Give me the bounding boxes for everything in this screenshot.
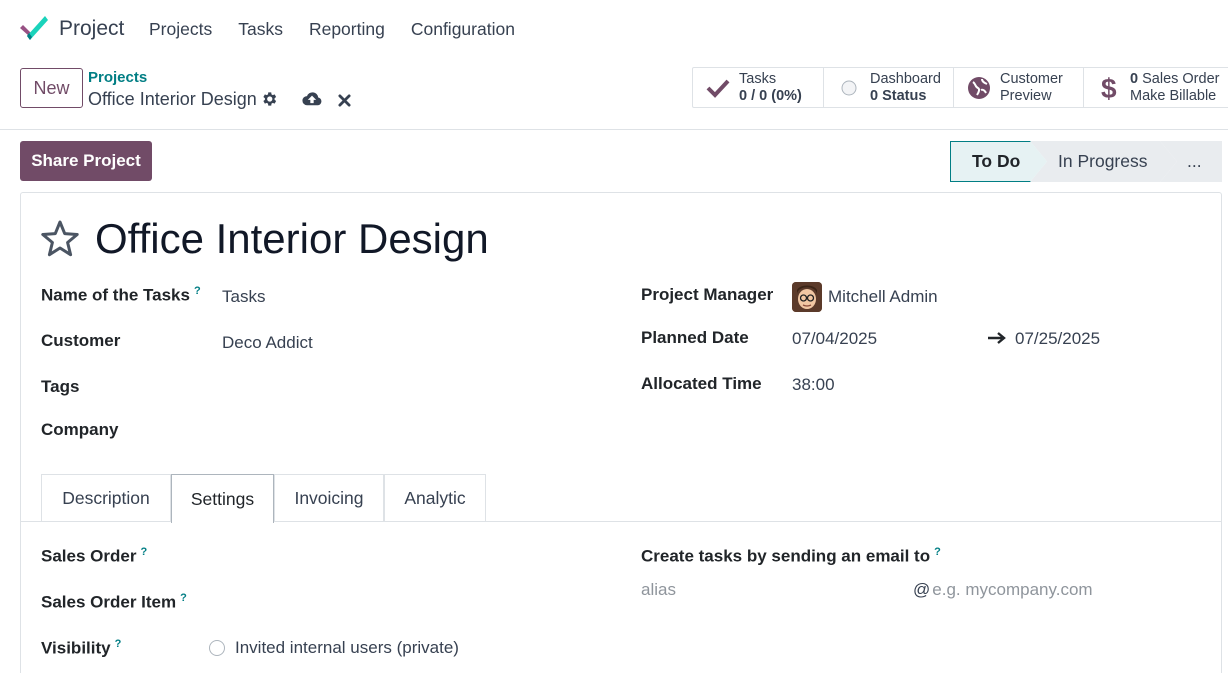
- dashboard-stat-value: 0 Status: [870, 87, 927, 104]
- project-title[interactable]: Office Interior Design: [95, 215, 489, 263]
- tasks-stat-label: Tasks: [739, 70, 777, 87]
- cloud-upload-icon[interactable]: [302, 90, 322, 108]
- help-tooltip-icon[interactable]: ?: [934, 546, 941, 558]
- sales-order-label: Sales Order: [1138, 70, 1220, 87]
- sales-order-item-label: Sales Order Item?: [41, 592, 187, 612]
- make-billable-label: Make Billable: [1130, 87, 1217, 104]
- company-label: Company: [41, 420, 119, 439]
- alias-domain-input[interactable]: @ e.g. mycompany.com: [913, 580, 1093, 600]
- control-panel: New Projects Office Interior Design Task…: [0, 58, 1228, 130]
- name-of-tasks-field[interactable]: Tasks: [222, 287, 265, 307]
- project-manager-field[interactable]: Mitchell Admin: [828, 287, 938, 307]
- globe-icon: [966, 75, 992, 101]
- top-navbar: Project Projects Tasks Reporting Configu…: [0, 0, 1228, 58]
- tags-label: Tags: [41, 377, 80, 396]
- name-of-tasks-label: Name of the Tasks?: [41, 285, 201, 305]
- breadcrumb-current: Office Interior Design: [88, 89, 257, 109]
- smart-buttons: Tasks 0 / 0 (0%) Dashboard 0 Status Custom…: [692, 67, 1228, 108]
- new-button[interactable]: New: [20, 68, 83, 108]
- checkmark-icon: [705, 75, 731, 101]
- sales-order-smart-button[interactable]: $ 0 Sales Order Make Billable: [1084, 68, 1228, 107]
- menu-tasks[interactable]: Tasks: [238, 19, 283, 40]
- sales-order-field[interactable]: [222, 546, 602, 568]
- customer-field[interactable]: Deco Addict: [222, 333, 313, 353]
- allocated-time-label: Allocated Time: [641, 374, 762, 393]
- stage-to-do[interactable]: To Do: [950, 141, 1047, 182]
- help-tooltip-icon[interactable]: ?: [115, 638, 122, 650]
- menu-reporting[interactable]: Reporting: [309, 19, 385, 40]
- favorite-star-icon[interactable]: [40, 219, 80, 259]
- tasks-stat-value: 0 / 0 (0%): [739, 87, 802, 104]
- status-circle-icon: [836, 75, 862, 101]
- stage-statusbar: ... In Progress To Do: [950, 141, 1222, 182]
- allocated-time-field[interactable]: 38:00: [792, 375, 835, 395]
- svg-text:$: $: [1101, 74, 1117, 102]
- planned-date-start[interactable]: 07/04/2025: [792, 329, 877, 349]
- company-field[interactable]: [222, 420, 602, 442]
- alias-input[interactable]: alias: [641, 580, 676, 600]
- tab-settings[interactable]: Settings: [171, 474, 274, 523]
- customer-preview-line2: Preview: [1000, 87, 1052, 104]
- visibility-option-label[interactable]: Invited internal users (private): [235, 638, 459, 658]
- tags-field[interactable]: [222, 377, 602, 399]
- share-project-button[interactable]: Share Project: [20, 141, 152, 181]
- sales-order-count: 0: [1130, 70, 1139, 87]
- stage-in-progress[interactable]: In Progress: [1030, 141, 1177, 182]
- help-tooltip-icon[interactable]: ?: [180, 592, 187, 604]
- dashboard-stat-label: Dashboard: [870, 70, 941, 87]
- planned-date-end[interactable]: 07/25/2025: [1015, 329, 1100, 349]
- tab-description[interactable]: Description: [41, 474, 171, 522]
- notebook-tabs: Description Settings Invoicing Analytic: [20, 474, 1222, 523]
- help-tooltip-icon[interactable]: ?: [194, 285, 201, 297]
- gear-icon[interactable]: [260, 90, 278, 108]
- planned-date-label: Planned Date: [641, 328, 749, 347]
- customer-preview-smart-button[interactable]: Customer Preview: [954, 68, 1084, 107]
- user-avatar: [792, 282, 822, 312]
- dashboard-smart-button[interactable]: Dashboard 0 Status: [824, 68, 954, 107]
- project-app-logo-icon[interactable]: [18, 14, 48, 42]
- domain-placeholder: e.g. mycompany.com: [932, 580, 1093, 599]
- at-sign: @: [913, 580, 931, 599]
- tab-analytic[interactable]: Analytic: [384, 474, 486, 522]
- project-manager-label: Project Manager: [641, 285, 774, 304]
- tab-invoicing[interactable]: Invoicing: [274, 474, 384, 522]
- dollar-icon: $: [1096, 74, 1122, 102]
- discard-close-icon[interactable]: [336, 92, 352, 108]
- sales-order-label: Sales Order?: [41, 546, 148, 566]
- breadcrumb-projects[interactable]: Projects: [88, 69, 147, 86]
- customer-label: Customer: [41, 331, 121, 350]
- sales-order-item-field[interactable]: [222, 592, 602, 614]
- app-name[interactable]: Project: [59, 17, 124, 41]
- form-sheet: [20, 192, 1222, 673]
- main-menu: Projects Tasks Reporting Configuration: [149, 19, 541, 40]
- help-tooltip-icon[interactable]: ?: [140, 546, 147, 558]
- visibility-radio-private[interactable]: [209, 640, 225, 656]
- email-alias-label: Create tasks by sending an email to?: [641, 546, 941, 566]
- customer-preview-line1: Customer: [1000, 70, 1063, 87]
- menu-projects[interactable]: Projects: [149, 19, 212, 40]
- menu-configuration[interactable]: Configuration: [411, 19, 515, 40]
- visibility-label: Visibility?: [41, 638, 122, 658]
- arrow-right-icon: [988, 332, 1006, 344]
- tasks-smart-button[interactable]: Tasks 0 / 0 (0%): [693, 68, 824, 107]
